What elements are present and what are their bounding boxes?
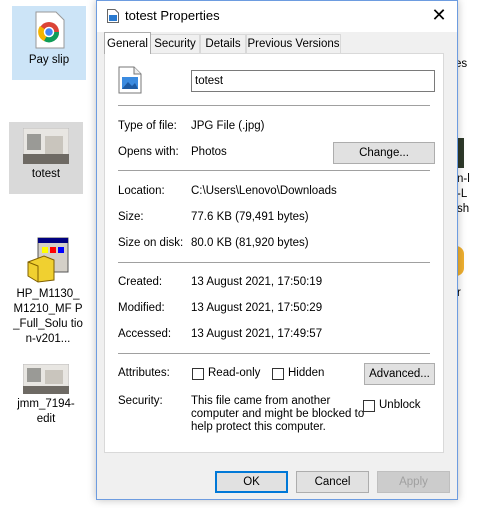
created-label: Created: [118, 276, 163, 288]
divider [118, 262, 430, 263]
security-text-line2: computer and might be blocked to [191, 408, 365, 420]
location-label: Location: [118, 185, 165, 197]
desktop-icon-label: Pay slip [28, 54, 70, 66]
desktop-icon-label: totest [31, 168, 61, 180]
file-name-input[interactable]: totest [191, 70, 435, 92]
size-on-disk-value: 80.0 KB (81,920 bytes) [191, 237, 309, 249]
opens-with-label: Opens with: [118, 146, 179, 158]
size-label: Size: [118, 211, 144, 223]
desktop-icon-label-text: HP_M1130_ M1210_MF P_Full_Solu tion-v201… [13, 288, 83, 345]
desktop-icon-hp-installer[interactable]: HP_M1130_ M1210_MF P_Full_Solu tion-v201… [11, 236, 85, 347]
properties-window: totest Properties ✕ General Security Det… [96, 0, 458, 500]
type-of-file-value: JPG File (.jpg) [191, 120, 265, 132]
partial-icon [458, 138, 464, 168]
desktop-icon-pay-slip[interactable]: Pay slip [12, 6, 86, 80]
desktop-icon-label: jmm_7194- edit [17, 398, 75, 425]
installer-icon [24, 236, 72, 284]
modified-label: Modified: [118, 302, 165, 314]
desktop-icon-jmm[interactable]: jmm_7194- edit [9, 363, 83, 427]
pdf-chrome-icon [32, 10, 66, 50]
type-of-file-label: Type of file: [118, 120, 177, 132]
general-panel: totest Type of file: JPG File (.jpg) Ope… [104, 53, 444, 453]
tab-security[interactable]: Security [150, 34, 200, 53]
tab-details[interactable]: Details [200, 34, 246, 53]
ok-button[interactable]: OK [215, 471, 288, 493]
cancel-button[interactable]: Cancel [296, 471, 369, 493]
security-text-line1: This file came from another [191, 395, 331, 407]
unblock-label[interactable]: Unblock [379, 399, 421, 411]
size-on-disk-label: Size on disk: [118, 237, 184, 249]
close-button[interactable]: ✕ [421, 1, 457, 29]
title-bar[interactable]: totest Properties ✕ [97, 1, 457, 32]
security-text-line3: help protect this computer. [191, 421, 326, 433]
hidden-checkbox[interactable] [272, 368, 284, 380]
partial-label: -L [457, 188, 468, 200]
accessed-value: 13 August 2021, 17:49:57 [191, 328, 323, 340]
size-value: 77.6 KB (79,491 bytes) [191, 211, 309, 223]
image-thumbnail-icon [22, 127, 70, 165]
advanced-button[interactable]: Advanced... [364, 363, 435, 385]
tab-previous-versions[interactable]: Previous Versions [246, 34, 341, 53]
image-thumbnail-icon [22, 363, 70, 395]
divider [118, 353, 430, 354]
unblock-checkbox[interactable] [363, 400, 375, 412]
close-icon: ✕ [431, 4, 447, 25]
file-icon [107, 9, 119, 23]
modified-value: 13 August 2021, 17:50:29 [191, 302, 323, 314]
hidden-label[interactable]: Hidden [288, 367, 324, 379]
security-label: Security: [118, 395, 163, 407]
read-only-label[interactable]: Read-only [208, 367, 260, 379]
partial-label: sh [457, 203, 470, 215]
desktop-icon-totest[interactable]: totest [9, 122, 83, 194]
read-only-checkbox[interactable] [192, 368, 204, 380]
attributes-label: Attributes: [118, 367, 170, 379]
divider [118, 105, 430, 106]
tab-general[interactable]: General [104, 32, 151, 54]
partial-label: n-l [457, 173, 470, 185]
created-value: 13 August 2021, 17:50:19 [191, 276, 323, 288]
change-button[interactable]: Change... [333, 142, 435, 164]
window-title: totest Properties [125, 8, 220, 23]
file-type-icon [118, 66, 142, 97]
divider [118, 170, 430, 171]
location-value: C:\Users\Lenovo\Downloads [191, 185, 337, 197]
desktop-icon-label: HP_M1130_ M1210_MF P_Full_Solu tion-v201… [13, 287, 83, 347]
opens-with-value: Photos [191, 146, 227, 158]
accessed-label: Accessed: [118, 328, 172, 340]
apply-button[interactable]: Apply [377, 471, 450, 493]
